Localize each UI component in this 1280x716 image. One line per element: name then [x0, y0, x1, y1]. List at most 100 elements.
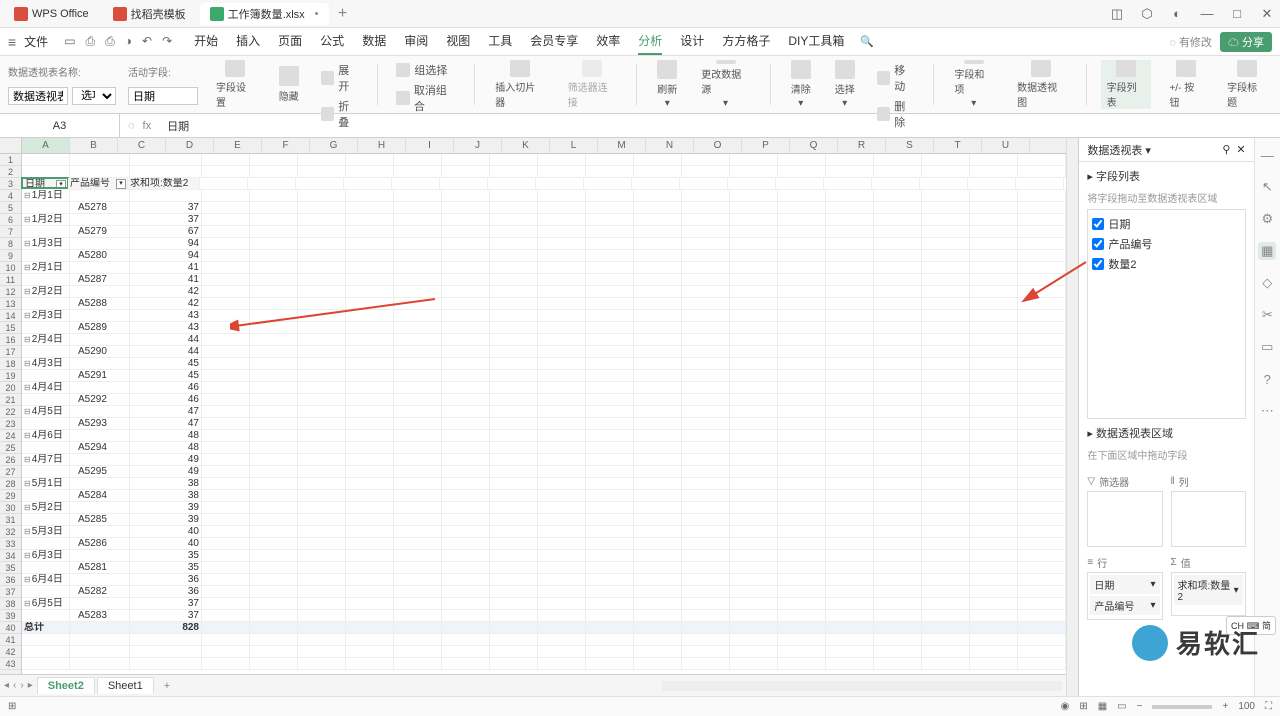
cell[interactable] [826, 574, 874, 586]
cell[interactable] [202, 622, 250, 634]
cell[interactable] [922, 610, 970, 622]
cell[interactable] [874, 370, 922, 382]
cell[interactable] [586, 238, 634, 250]
cell[interactable] [346, 466, 394, 478]
cell[interactable] [442, 526, 490, 538]
cell[interactable] [70, 478, 130, 490]
cell[interactable] [634, 214, 682, 226]
cell[interactable] [202, 262, 250, 274]
horizontal-scrollbar[interactable] [662, 681, 1062, 691]
cell[interactable] [1018, 226, 1066, 238]
cell[interactable] [826, 634, 874, 646]
cell[interactable] [1018, 358, 1066, 370]
cell[interactable] [874, 190, 922, 202]
cell[interactable] [346, 586, 394, 598]
cell[interactable] [970, 214, 1018, 226]
cell[interactable] [1018, 502, 1066, 514]
cell[interactable] [346, 310, 394, 322]
cell[interactable] [298, 286, 346, 298]
cell[interactable] [250, 454, 298, 466]
cell[interactable] [394, 502, 442, 514]
menu-tab-分析[interactable]: 分析 [638, 28, 662, 55]
cell[interactable] [874, 262, 922, 274]
cell[interactable] [682, 154, 730, 166]
cell[interactable] [634, 394, 682, 406]
cell[interactable] [298, 634, 346, 646]
cell[interactable] [250, 154, 298, 166]
cell[interactable] [586, 442, 634, 454]
cell[interactable] [70, 454, 130, 466]
cell[interactable] [442, 634, 490, 646]
cell[interactable] [970, 442, 1018, 454]
cell[interactable] [922, 562, 970, 574]
col-header-G[interactable]: G [310, 138, 358, 153]
cell[interactable] [970, 298, 1018, 310]
pin-icon[interactable]: ⚲ [1222, 144, 1230, 156]
cell[interactable] [682, 598, 730, 610]
cell[interactable] [634, 502, 682, 514]
cell[interactable] [922, 442, 970, 454]
cell[interactable] [970, 322, 1018, 334]
cell[interactable] [442, 406, 490, 418]
cell[interactable] [538, 634, 586, 646]
cell[interactable] [538, 538, 586, 550]
row-header-34[interactable]: 34 [0, 550, 21, 562]
cell[interactable]: A5278 [70, 202, 130, 214]
col-header-R[interactable]: R [838, 138, 886, 153]
cell[interactable] [682, 478, 730, 490]
cell[interactable] [778, 322, 826, 334]
cell[interactable] [394, 250, 442, 262]
cell[interactable] [970, 274, 1018, 286]
cell[interactable] [826, 286, 874, 298]
cell[interactable] [346, 250, 394, 262]
cell[interactable] [778, 406, 826, 418]
cell[interactable] [490, 214, 538, 226]
cell[interactable] [442, 490, 490, 502]
cell[interactable] [682, 526, 730, 538]
cell[interactable] [922, 226, 970, 238]
expand-button[interactable]: 展开 [317, 60, 364, 96]
cell[interactable]: A5286 [70, 538, 130, 550]
cell[interactable]: 45 [130, 370, 202, 382]
cell[interactable]: ⊟5月2日 [22, 502, 70, 514]
cell[interactable] [970, 586, 1018, 598]
cell[interactable] [394, 154, 442, 166]
cell[interactable] [1018, 442, 1066, 454]
cell[interactable] [682, 346, 730, 358]
sheet-tab-Sheet1[interactable]: Sheet1 [97, 677, 154, 694]
cell[interactable] [250, 190, 298, 202]
cell[interactable] [298, 238, 346, 250]
row-header-3[interactable]: 3 [0, 178, 21, 190]
cell[interactable] [346, 442, 394, 454]
sheet-first-icon[interactable]: ◂ [4, 680, 9, 691]
cell[interactable] [346, 418, 394, 430]
cell[interactable] [634, 274, 682, 286]
cell[interactable] [682, 658, 730, 670]
cell[interactable] [490, 238, 538, 250]
cell[interactable] [586, 286, 634, 298]
cell[interactable] [202, 442, 250, 454]
cell[interactable] [250, 202, 298, 214]
cell[interactable] [442, 646, 490, 658]
comment-tool-icon[interactable]: ◇ [1258, 274, 1276, 292]
cell[interactable] [346, 430, 394, 442]
cell[interactable] [346, 334, 394, 346]
cell[interactable]: A5294 [70, 442, 130, 454]
cell[interactable] [442, 202, 490, 214]
row-header-27[interactable]: 27 [0, 466, 21, 478]
cell[interactable] [130, 646, 202, 658]
cell[interactable] [826, 478, 874, 490]
cell[interactable] [490, 202, 538, 214]
cell[interactable] [70, 646, 130, 658]
cell[interactable] [70, 634, 130, 646]
new-icon[interactable]: ▭ [64, 34, 75, 49]
cell[interactable] [778, 634, 826, 646]
cell[interactable] [1018, 490, 1066, 502]
cell[interactable] [70, 574, 130, 586]
cell[interactable] [922, 286, 970, 298]
cell[interactable]: A5279 [70, 226, 130, 238]
group-selection-button[interactable]: 组选择 [392, 60, 460, 80]
cell[interactable] [298, 562, 346, 574]
row-header-35[interactable]: 35 [0, 562, 21, 574]
menu-tab-开始[interactable]: 开始 [194, 28, 218, 55]
